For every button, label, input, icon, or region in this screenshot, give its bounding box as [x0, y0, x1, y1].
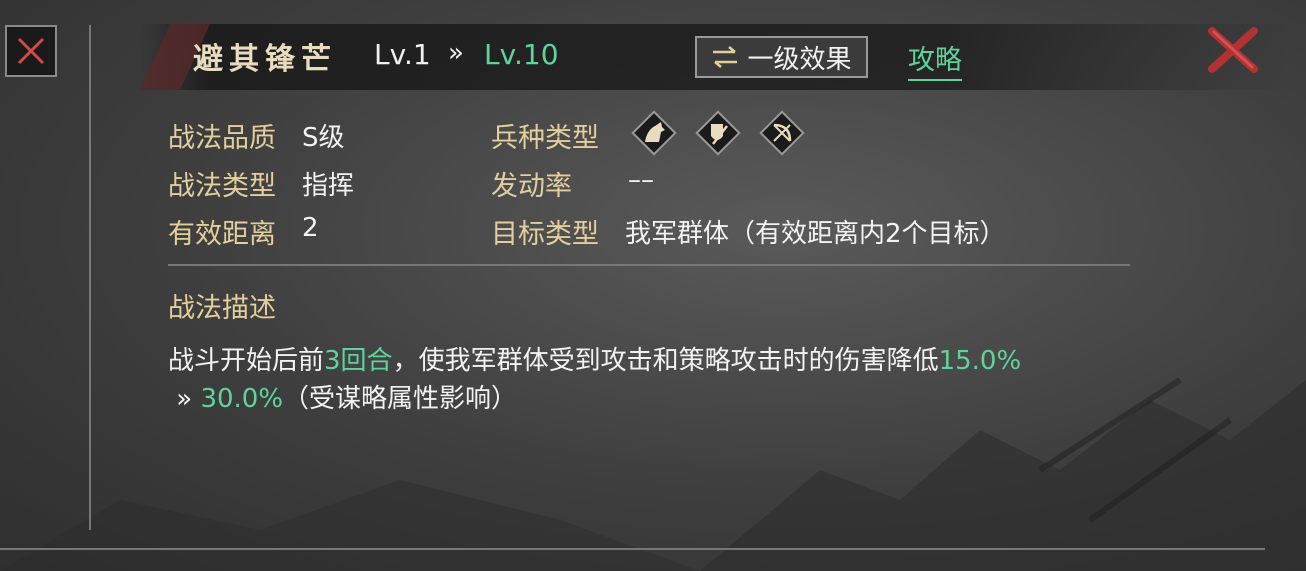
- trigger-label: 发动率: [491, 171, 572, 202]
- desc-max-value: 30.0%: [200, 384, 284, 414]
- bottom-divider: [0, 548, 1265, 550]
- guide-link[interactable]: 攻略: [908, 38, 962, 81]
- left-divider: [89, 25, 91, 530]
- target-value: 我军群体（有效距离内2个目标）: [625, 219, 1006, 249]
- level-max: Lv.10: [484, 38, 559, 71]
- type-label: 战法类型: [168, 171, 276, 202]
- desc-min-value: 15.0%: [938, 346, 1022, 376]
- level-current: Lv.1: [374, 38, 431, 71]
- swap-icon: [713, 46, 738, 68]
- close-button[interactable]: [5, 25, 57, 77]
- desc-text-2: ，使我军群体受到攻击和策略攻击时的伤害降低: [392, 346, 939, 376]
- close-icon: [17, 37, 45, 65]
- quality-value: S级: [302, 123, 345, 153]
- effect-toggle-button[interactable]: 一级效果: [695, 36, 868, 78]
- trigger-value: ––: [628, 165, 654, 195]
- type-value: 指挥: [302, 171, 355, 201]
- archer-bow-icon[interactable]: [757, 108, 807, 158]
- troop-label: 兵种类型: [491, 123, 599, 154]
- section-divider: [168, 264, 1130, 266]
- description-text: 战斗开始后前3回合，使我军群体受到攻击和策略攻击时的伤害降低15.0% » 30…: [168, 342, 1128, 418]
- cavalry-icon[interactable]: [629, 108, 679, 158]
- infantry-shield-icon[interactable]: [693, 108, 743, 158]
- close-x-icon[interactable]: [1208, 27, 1258, 73]
- desc-rounds: 3回合: [324, 346, 393, 376]
- target-label: 目标类型: [491, 219, 599, 250]
- desc-text-1: 战斗开始后前: [168, 346, 325, 376]
- skill-name: 避其锋芒: [193, 42, 337, 77]
- quality-label: 战法品质: [168, 123, 276, 154]
- range-label: 有效距离: [168, 219, 276, 250]
- desc-arrow: »: [168, 384, 201, 414]
- desc-text-3: （受谋略属性影响）: [283, 384, 518, 414]
- effect-button-label: 一级效果: [747, 44, 852, 75]
- range-value: 2: [302, 213, 319, 243]
- level-arrow: »: [448, 38, 464, 68]
- description-title: 战法描述: [168, 293, 276, 324]
